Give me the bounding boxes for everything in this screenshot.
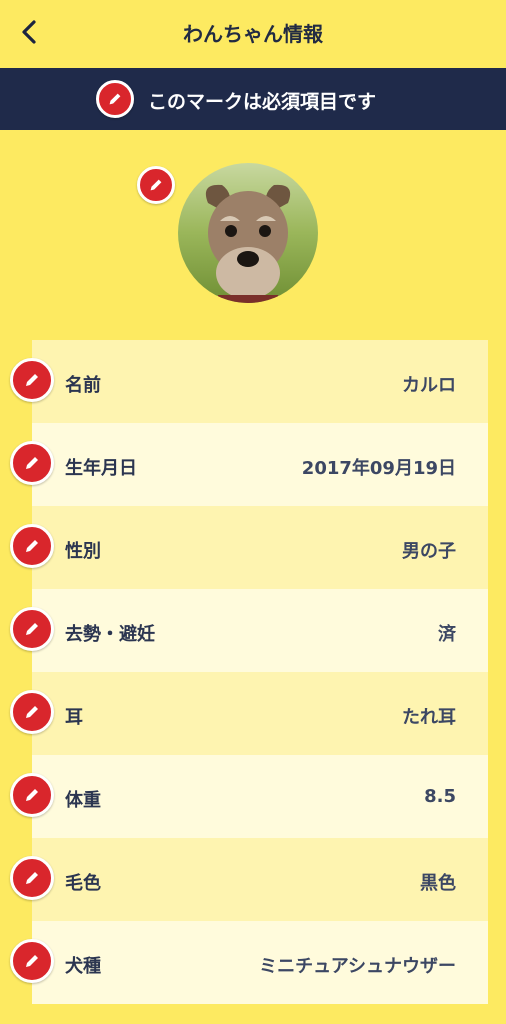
pencil-icon <box>26 872 38 884</box>
field-row-birthday[interactable]: 生年月日 2017年09月19日 <box>10 423 488 506</box>
pencil-icon <box>26 706 38 718</box>
field-row-name[interactable]: 名前 カルロ <box>10 340 488 423</box>
pencil-icon <box>26 457 38 469</box>
dog-photo <box>178 163 318 303</box>
pencil-icon <box>26 623 38 635</box>
required-mark-icon <box>10 441 54 485</box>
field-value: 黒色 <box>420 873 456 894</box>
pencil-icon <box>150 179 162 191</box>
field-value: 8.5 <box>424 786 456 807</box>
pencil-icon <box>26 374 38 386</box>
required-mark-icon <box>96 80 134 118</box>
field-row-breed[interactable]: 犬種 ミニチュアシュナウザー <box>10 921 488 1004</box>
field-value: ミニチュアシュナウザー <box>259 956 456 977</box>
required-notice-banner: このマークは必須項目です <box>0 68 506 130</box>
field-row-sex[interactable]: 性別 男の子 <box>10 506 488 589</box>
field-row-weight[interactable]: 体重 8.5 <box>10 755 488 838</box>
navigation-bar: わんちゃん情報 <box>0 0 506 68</box>
field-label: 名前 <box>65 375 101 396</box>
avatar-required-mark-icon <box>137 166 175 204</box>
field-label: 性別 <box>65 541 101 562</box>
field-row-neutered[interactable]: 去勢・避妊 済 <box>10 589 488 672</box>
required-mark-icon <box>10 856 54 900</box>
pet-info-screen: わんちゃん情報 このマークは必須項目です 名前 カルロ 生年月日 2017年09… <box>0 0 506 1024</box>
required-mark-icon <box>10 358 54 402</box>
field-value: 2017年09月19日 <box>301 458 456 479</box>
required-mark-icon <box>10 773 54 817</box>
required-mark-icon <box>10 939 54 983</box>
field-label: 体重 <box>65 790 101 811</box>
field-label: 犬種 <box>65 956 101 977</box>
pencil-icon <box>26 540 38 552</box>
field-value: 済 <box>438 624 456 645</box>
required-mark-icon <box>10 690 54 734</box>
field-value: 男の子 <box>402 541 456 562</box>
field-label: 生年月日 <box>65 458 137 479</box>
field-label: 耳 <box>65 707 83 728</box>
field-row-coat-color[interactable]: 毛色 黒色 <box>10 838 488 921</box>
field-label: 去勢・避妊 <box>65 624 155 645</box>
required-mark-icon <box>10 524 54 568</box>
field-label: 毛色 <box>65 873 101 894</box>
field-row-ears[interactable]: 耳 たれ耳 <box>10 672 488 755</box>
field-value: カルロ <box>402 375 456 396</box>
required-mark-icon <box>10 607 54 651</box>
field-value: たれ耳 <box>402 707 456 728</box>
page-title: わんちゃん情報 <box>183 22 323 46</box>
dog-avatar[interactable] <box>178 163 318 303</box>
pet-info-form: 名前 カルロ 生年月日 2017年09月19日 性別 男の子 去勢・避妊 済 耳… <box>10 340 488 1010</box>
pencil-icon <box>26 955 38 967</box>
required-notice-text: このマークは必須項目です <box>148 91 377 113</box>
pencil-icon <box>109 93 121 105</box>
pencil-icon <box>26 789 38 801</box>
